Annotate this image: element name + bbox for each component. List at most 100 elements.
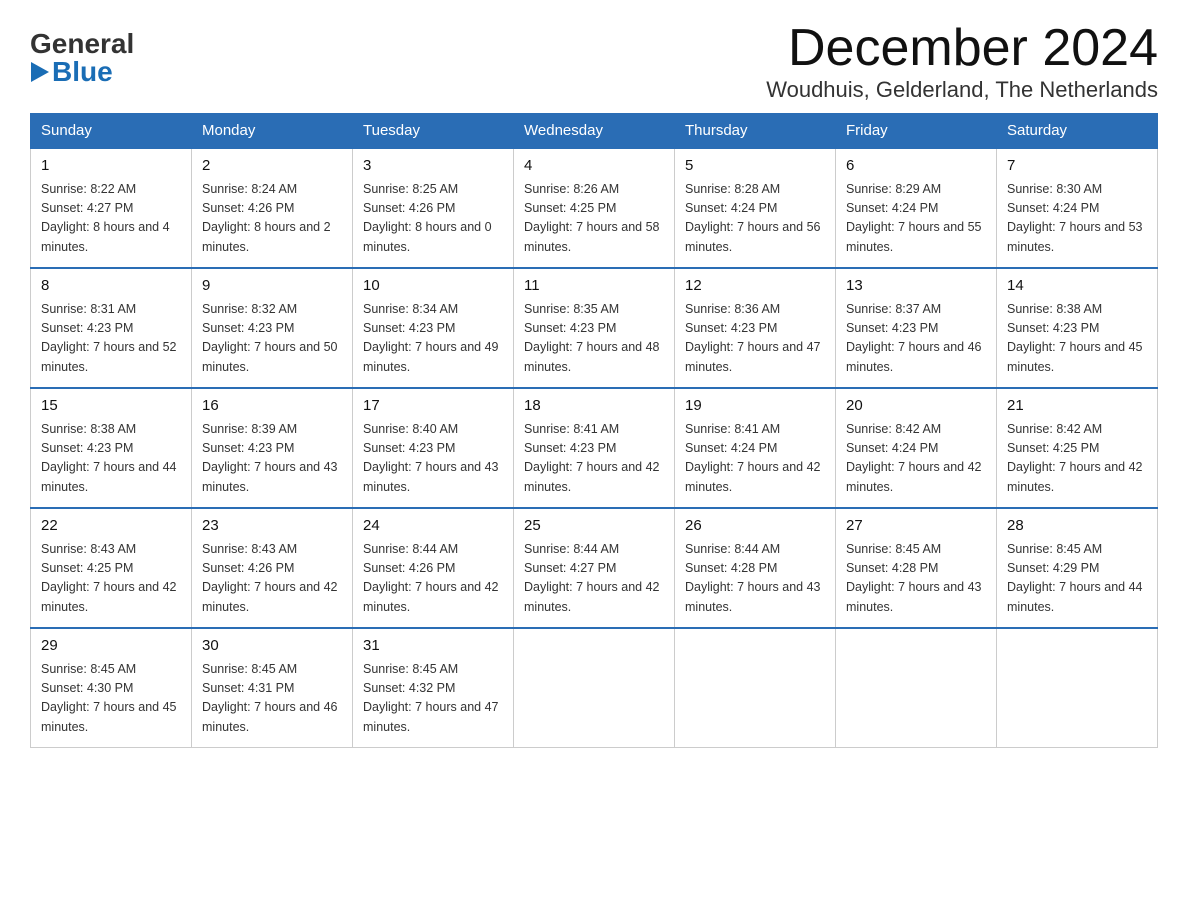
day-info: Sunrise: 8:38 AMSunset: 4:23 PMDaylight:…: [41, 422, 177, 494]
day-info: Sunrise: 8:45 AMSunset: 4:30 PMDaylight:…: [41, 662, 177, 734]
day-info: Sunrise: 8:42 AMSunset: 4:24 PMDaylight:…: [846, 422, 982, 494]
day-number: 13: [846, 275, 986, 298]
calendar-cell: 21 Sunrise: 8:42 AMSunset: 4:25 PMDaylig…: [997, 388, 1158, 508]
calendar-cell: [836, 628, 997, 748]
day-number: 9: [202, 275, 342, 298]
calendar-cell: 28 Sunrise: 8:45 AMSunset: 4:29 PMDaylig…: [997, 508, 1158, 628]
calendar-cell: [514, 628, 675, 748]
calendar-cell: 5 Sunrise: 8:28 AMSunset: 4:24 PMDayligh…: [675, 148, 836, 268]
calendar-cell: 10 Sunrise: 8:34 AMSunset: 4:23 PMDaylig…: [353, 268, 514, 388]
calendar-cell: 15 Sunrise: 8:38 AMSunset: 4:23 PMDaylig…: [31, 388, 192, 508]
weekday-header-saturday: Saturday: [997, 114, 1158, 149]
day-info: Sunrise: 8:39 AMSunset: 4:23 PMDaylight:…: [202, 422, 338, 494]
calendar-week-row: 1 Sunrise: 8:22 AMSunset: 4:27 PMDayligh…: [31, 148, 1158, 268]
logo: General Blue: [30, 30, 134, 86]
day-info: Sunrise: 8:41 AMSunset: 4:23 PMDaylight:…: [524, 422, 660, 494]
day-number: 22: [41, 515, 181, 538]
day-number: 29: [41, 635, 181, 658]
calendar-week-row: 29 Sunrise: 8:45 AMSunset: 4:30 PMDaylig…: [31, 628, 1158, 748]
day-info: Sunrise: 8:29 AMSunset: 4:24 PMDaylight:…: [846, 182, 982, 254]
calendar-cell: 16 Sunrise: 8:39 AMSunset: 4:23 PMDaylig…: [192, 388, 353, 508]
day-info: Sunrise: 8:35 AMSunset: 4:23 PMDaylight:…: [524, 302, 660, 374]
day-number: 5: [685, 155, 825, 178]
day-number: 19: [685, 395, 825, 418]
day-info: Sunrise: 8:28 AMSunset: 4:24 PMDaylight:…: [685, 182, 821, 254]
calendar-week-row: 8 Sunrise: 8:31 AMSunset: 4:23 PMDayligh…: [31, 268, 1158, 388]
logo-general-text: General: [30, 30, 134, 58]
calendar-cell: 9 Sunrise: 8:32 AMSunset: 4:23 PMDayligh…: [192, 268, 353, 388]
day-number: 7: [1007, 155, 1147, 178]
day-number: 8: [41, 275, 181, 298]
calendar-cell: 31 Sunrise: 8:45 AMSunset: 4:32 PMDaylig…: [353, 628, 514, 748]
day-info: Sunrise: 8:30 AMSunset: 4:24 PMDaylight:…: [1007, 182, 1143, 254]
calendar-cell: [997, 628, 1158, 748]
calendar-cell: 26 Sunrise: 8:44 AMSunset: 4:28 PMDaylig…: [675, 508, 836, 628]
day-info: Sunrise: 8:42 AMSunset: 4:25 PMDaylight:…: [1007, 422, 1143, 494]
calendar-cell: [675, 628, 836, 748]
day-number: 26: [685, 515, 825, 538]
day-number: 31: [363, 635, 503, 658]
weekday-header-tuesday: Tuesday: [353, 114, 514, 149]
day-info: Sunrise: 8:41 AMSunset: 4:24 PMDaylight:…: [685, 422, 821, 494]
logo-blue-text: Blue: [30, 58, 113, 86]
day-number: 10: [363, 275, 503, 298]
calendar-week-row: 15 Sunrise: 8:38 AMSunset: 4:23 PMDaylig…: [31, 388, 1158, 508]
calendar-cell: 2 Sunrise: 8:24 AMSunset: 4:26 PMDayligh…: [192, 148, 353, 268]
logo-triangle-icon: [31, 62, 49, 82]
day-info: Sunrise: 8:44 AMSunset: 4:28 PMDaylight:…: [685, 542, 821, 614]
page-header: General Blue December 2024 Woudhuis, Gel…: [30, 20, 1158, 103]
calendar-cell: 20 Sunrise: 8:42 AMSunset: 4:24 PMDaylig…: [836, 388, 997, 508]
calendar-cell: 11 Sunrise: 8:35 AMSunset: 4:23 PMDaylig…: [514, 268, 675, 388]
day-number: 27: [846, 515, 986, 538]
day-number: 12: [685, 275, 825, 298]
calendar-cell: 4 Sunrise: 8:26 AMSunset: 4:25 PMDayligh…: [514, 148, 675, 268]
calendar-cell: 7 Sunrise: 8:30 AMSunset: 4:24 PMDayligh…: [997, 148, 1158, 268]
calendar-cell: 23 Sunrise: 8:43 AMSunset: 4:26 PMDaylig…: [192, 508, 353, 628]
day-info: Sunrise: 8:40 AMSunset: 4:23 PMDaylight:…: [363, 422, 499, 494]
calendar-cell: 13 Sunrise: 8:37 AMSunset: 4:23 PMDaylig…: [836, 268, 997, 388]
calendar-cell: 6 Sunrise: 8:29 AMSunset: 4:24 PMDayligh…: [836, 148, 997, 268]
day-info: Sunrise: 8:44 AMSunset: 4:26 PMDaylight:…: [363, 542, 499, 614]
calendar-cell: 18 Sunrise: 8:41 AMSunset: 4:23 PMDaylig…: [514, 388, 675, 508]
day-number: 6: [846, 155, 986, 178]
day-number: 30: [202, 635, 342, 658]
day-number: 4: [524, 155, 664, 178]
calendar-cell: 24 Sunrise: 8:44 AMSunset: 4:26 PMDaylig…: [353, 508, 514, 628]
day-info: Sunrise: 8:22 AMSunset: 4:27 PMDaylight:…: [41, 182, 170, 254]
month-title: December 2024: [766, 20, 1158, 77]
day-number: 20: [846, 395, 986, 418]
calendar-cell: 8 Sunrise: 8:31 AMSunset: 4:23 PMDayligh…: [31, 268, 192, 388]
day-info: Sunrise: 8:44 AMSunset: 4:27 PMDaylight:…: [524, 542, 660, 614]
day-number: 17: [363, 395, 503, 418]
day-info: Sunrise: 8:32 AMSunset: 4:23 PMDaylight:…: [202, 302, 338, 374]
weekday-header-friday: Friday: [836, 114, 997, 149]
calendar-cell: 3 Sunrise: 8:25 AMSunset: 4:26 PMDayligh…: [353, 148, 514, 268]
day-number: 14: [1007, 275, 1147, 298]
day-number: 15: [41, 395, 181, 418]
day-number: 24: [363, 515, 503, 538]
day-info: Sunrise: 8:43 AMSunset: 4:26 PMDaylight:…: [202, 542, 338, 614]
weekday-header-wednesday: Wednesday: [514, 114, 675, 149]
day-info: Sunrise: 8:34 AMSunset: 4:23 PMDaylight:…: [363, 302, 499, 374]
calendar-body: 1 Sunrise: 8:22 AMSunset: 4:27 PMDayligh…: [31, 148, 1158, 748]
weekday-header-sunday: Sunday: [31, 114, 192, 149]
day-info: Sunrise: 8:45 AMSunset: 4:28 PMDaylight:…: [846, 542, 982, 614]
day-number: 25: [524, 515, 664, 538]
day-number: 2: [202, 155, 342, 178]
day-number: 18: [524, 395, 664, 418]
calendar-header: SundayMondayTuesdayWednesdayThursdayFrid…: [31, 114, 1158, 149]
day-info: Sunrise: 8:36 AMSunset: 4:23 PMDaylight:…: [685, 302, 821, 374]
calendar-cell: 30 Sunrise: 8:45 AMSunset: 4:31 PMDaylig…: [192, 628, 353, 748]
day-info: Sunrise: 8:26 AMSunset: 4:25 PMDaylight:…: [524, 182, 660, 254]
weekday-header-thursday: Thursday: [675, 114, 836, 149]
calendar-cell: 22 Sunrise: 8:43 AMSunset: 4:25 PMDaylig…: [31, 508, 192, 628]
calendar-cell: 19 Sunrise: 8:41 AMSunset: 4:24 PMDaylig…: [675, 388, 836, 508]
day-info: Sunrise: 8:45 AMSunset: 4:29 PMDaylight:…: [1007, 542, 1143, 614]
day-info: Sunrise: 8:45 AMSunset: 4:31 PMDaylight:…: [202, 662, 338, 734]
calendar-cell: 17 Sunrise: 8:40 AMSunset: 4:23 PMDaylig…: [353, 388, 514, 508]
location-subtitle: Woudhuis, Gelderland, The Netherlands: [766, 77, 1158, 103]
day-number: 3: [363, 155, 503, 178]
day-number: 16: [202, 395, 342, 418]
day-info: Sunrise: 8:43 AMSunset: 4:25 PMDaylight:…: [41, 542, 177, 614]
calendar-cell: 27 Sunrise: 8:45 AMSunset: 4:28 PMDaylig…: [836, 508, 997, 628]
